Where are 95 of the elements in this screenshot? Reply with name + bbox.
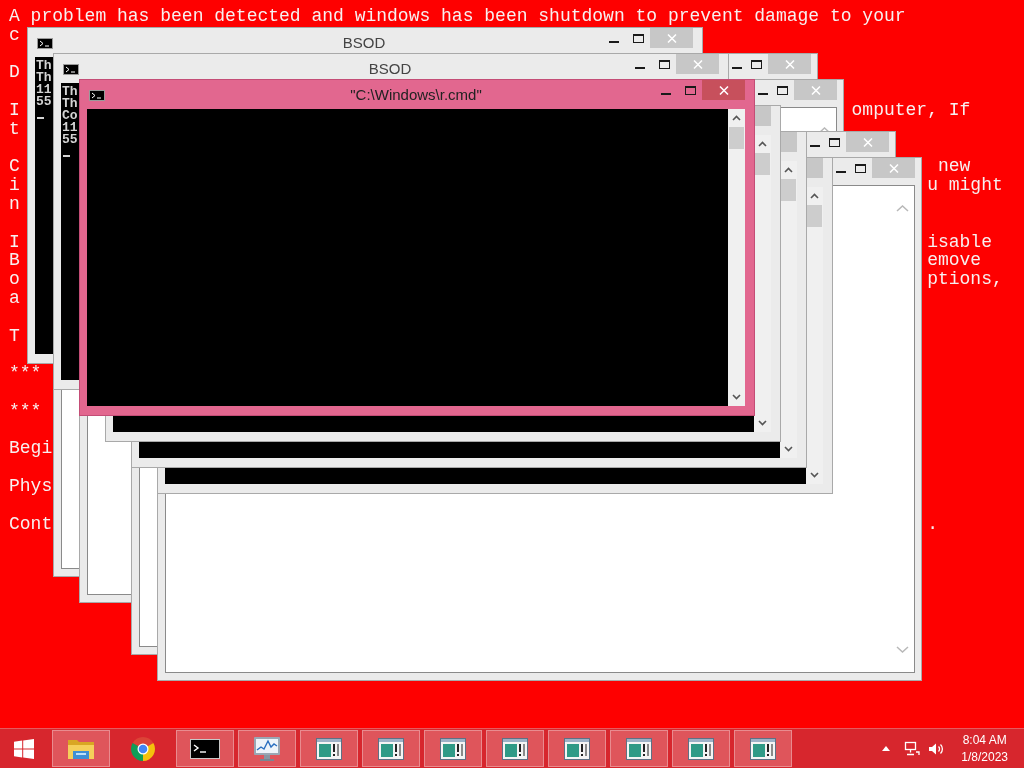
background-text: u might	[927, 176, 1003, 195]
console-line: Th	[62, 98, 78, 110]
browser-icon	[131, 736, 155, 761]
background-text: Phys	[9, 476, 53, 496]
background-text: i	[9, 176, 20, 195]
background-text: Begi	[9, 439, 53, 459]
background-text: A problem has been detected and windows has been shutdown to prevent damage to your	[9, 7, 906, 26]
background-text: T	[9, 326, 20, 346]
console-icon	[63, 64, 79, 75]
close-button[interactable]	[702, 80, 745, 100]
maximize-icon	[632, 33, 644, 43]
scrollbar[interactable]	[728, 109, 745, 406]
scroll-up-icon[interactable]	[732, 115, 741, 121]
background-text: new	[937, 157, 971, 177]
background-text: emove	[927, 251, 982, 271]
console-line: 55	[62, 134, 78, 146]
window-icon	[502, 737, 528, 760]
taskbar-button[interactable]	[176, 730, 234, 767]
background-text: B	[9, 251, 20, 271]
background-text: t	[9, 119, 20, 139]
background-text: D	[9, 63, 20, 83]
window-icon	[626, 737, 652, 760]
window-title: BSOD	[342, 33, 386, 53]
minimize-icon	[634, 67, 645, 69]
background-text: ***	[9, 401, 42, 421]
up-arrow-icon[interactable]	[882, 746, 891, 751]
maximize-icon	[854, 163, 866, 173]
clock-time[interactable]: 8:04 AM	[962, 731, 1007, 749]
window-icon	[316, 737, 342, 760]
minimize-icon	[836, 171, 846, 173]
window-icon	[440, 737, 466, 760]
maximize-icon	[750, 59, 762, 69]
minimize-icon	[810, 145, 820, 147]
window-icon	[688, 737, 714, 760]
close-icon	[784, 59, 795, 69]
console-line: 11	[62, 122, 78, 134]
background-text: .	[927, 514, 938, 534]
console-line: 11	[36, 84, 52, 96]
console-line: Th	[36, 60, 52, 72]
maximize-icon	[828, 137, 840, 147]
windows-logo-icon	[14, 738, 34, 759]
window-icon	[378, 737, 404, 760]
background-text: ptions,	[927, 270, 1003, 289]
minimize-icon	[732, 67, 742, 69]
background-text: I	[9, 232, 20, 252]
close-icon	[888, 163, 899, 173]
background-text: ***	[9, 364, 42, 383]
scroll-thumb[interactable]	[729, 127, 744, 149]
background-text: I	[9, 101, 20, 120]
console-line: Th	[62, 86, 78, 98]
console-line: Th	[36, 72, 52, 84]
background-text: n	[9, 194, 20, 214]
cursor-icon	[37, 117, 44, 119]
window-icon	[750, 737, 776, 760]
scroll-thumb[interactable]	[755, 153, 770, 175]
network-icon[interactable]	[904, 741, 921, 756]
cursor-icon	[63, 155, 70, 157]
close-icon	[862, 137, 873, 147]
console-line: Co	[62, 110, 78, 122]
chart-monitor-icon	[253, 735, 281, 762]
background-text: a	[9, 288, 20, 308]
background-text: omputer, If	[851, 101, 971, 120]
background-text: C	[9, 157, 20, 177]
maximize-icon	[684, 85, 696, 95]
maximize-icon	[776, 85, 788, 95]
minimize-icon	[660, 93, 671, 95]
scroll-thumb[interactable]	[807, 205, 822, 227]
window-title: BSOD	[368, 59, 412, 79]
console-icon	[89, 90, 105, 101]
background-text: o	[9, 270, 20, 289]
scroll-up-icon[interactable]	[784, 167, 793, 173]
scroll-up-icon[interactable]	[758, 141, 767, 147]
scroll-down-icon[interactable]	[784, 446, 793, 452]
background-text: isable	[927, 232, 992, 252]
minimize-icon	[758, 93, 768, 95]
window-icon	[564, 737, 590, 760]
console-icon	[37, 38, 53, 49]
clock-date[interactable]: 1/8/2023	[961, 748, 1008, 766]
scroll-thumb[interactable]	[781, 179, 796, 201]
close-icon	[810, 85, 821, 95]
scroll-down-icon[interactable]	[810, 472, 819, 478]
background-text: c	[9, 25, 20, 45]
scroll-down-icon[interactable]	[758, 420, 767, 426]
scroll-down-icon[interactable]	[732, 394, 741, 400]
scroll-up-icon[interactable]	[810, 193, 819, 199]
maximize-icon	[658, 59, 670, 69]
console-line: 55	[36, 96, 52, 108]
minimize-icon	[608, 41, 619, 43]
close-icon	[718, 85, 729, 95]
console-icon	[190, 738, 220, 759]
speaker-icon[interactable]	[928, 741, 946, 756]
window-title: "C:\Windows\r.cmd"	[350, 85, 482, 105]
close-icon	[666, 33, 677, 43]
background-text: Cont	[9, 514, 53, 534]
close-icon	[692, 59, 703, 69]
